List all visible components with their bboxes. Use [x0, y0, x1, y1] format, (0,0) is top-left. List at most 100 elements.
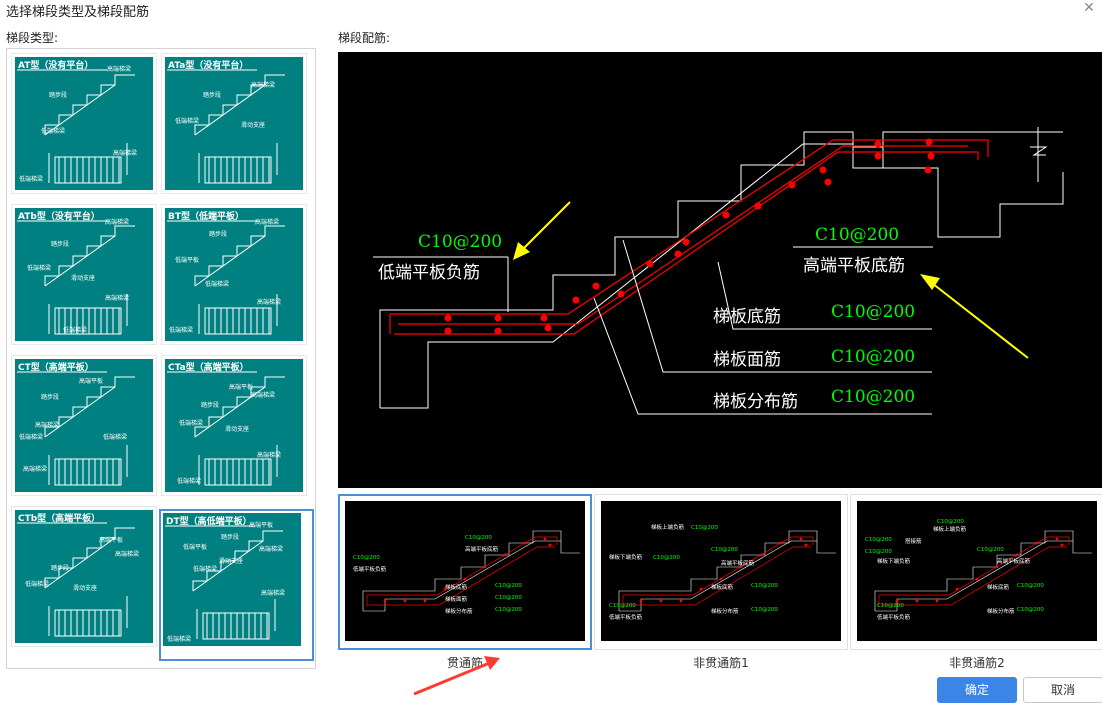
stair-type-title: CTa型（高端平板）	[168, 361, 249, 373]
rebar-option-text: C10@200	[877, 603, 904, 609]
stair-label: 低端梯梁	[205, 280, 229, 288]
stair-type-title: DT型（高低端平板）	[166, 515, 252, 527]
rebar-preview-drawing: C10@200 低端平板负筋 C10@200 高端平板底筋 梯板底筋 C10@2…	[373, 127, 1064, 415]
rebar-option-text: C10@200	[1017, 583, 1044, 589]
stair-type-title: CT型（高端平板）	[18, 361, 94, 373]
stair-thumb-drawing: ATb型（没有平台）高端梯梁踏步段低端梯梁滑动支座高端梯梁低端梯梁	[15, 208, 153, 341]
stair-label: 高端平板	[249, 521, 273, 529]
stair-label: 低端梯梁	[175, 117, 199, 125]
stair-label: 低端梯梁	[63, 326, 87, 334]
stair-label: 滑动支座	[241, 121, 265, 129]
rebar-option-text: 搭接筋	[905, 537, 922, 545]
option-label-nonthrough-1: 非贯通筋1	[693, 656, 749, 670]
rebar-option-text: C10@200	[711, 547, 738, 553]
rebar-option-text: C10@200	[865, 549, 892, 555]
stair-label: 高端梯梁	[113, 149, 137, 157]
stair-thumb-drawing: CT型（高端平板）高端平板踏步段高端梯梁低端梯梁高端梯梁低端梯梁	[15, 359, 153, 492]
rebar-option-text: 高端平板底筋	[465, 545, 499, 553]
row2-spec: C10@200	[831, 347, 915, 367]
stair-type-atb[interactable]: ATb型（没有平台） 高端梯梁 踏步段 低端梯梁 滑动支座 高端梯梁 低端梯梁	[11, 204, 157, 345]
stair-label: 踏步段	[221, 533, 239, 541]
rebar-option-text: 梯板底筋	[711, 583, 734, 591]
rebar-option-text: 高端平板底筋	[997, 557, 1031, 565]
stair-label: 低端梯梁	[169, 326, 193, 334]
rebar-option-nonthrough-2[interactable]: C10@200 梯板上端负筋 C10@200 搭接筋 C10@200 梯板下端负筋 C10@…	[850, 494, 1102, 650]
rebar-option-text: C10@200	[465, 535, 492, 541]
rebar-preview: C10@200 低端平板负筋 C10@200 高端平板底筋 梯板底筋 C10@2…	[338, 52, 1102, 488]
stair-label: 踏步段	[201, 401, 219, 409]
right-annot-text: 高端平板底筋	[803, 256, 905, 276]
stair-label: 滑动支座	[73, 584, 97, 592]
stair-label: 高端梯梁	[261, 589, 285, 597]
rebar-option-text: 低端平板负筋	[877, 613, 911, 621]
rebar-option-text: C10@200	[609, 603, 636, 609]
stair-label: 高端平板	[229, 383, 253, 391]
stair-label: 高端梯梁	[35, 421, 59, 429]
left-annot-spec: C10@200	[418, 232, 502, 252]
rebar-option-text: C10@200	[977, 547, 1004, 553]
rebar-option-text: C10@200	[495, 595, 522, 601]
stair-label: 高端梯梁	[105, 294, 129, 302]
stair-type-cta[interactable]: CTa型（高端平板） 高端平板 高端梯梁 踏步段 低端梯梁 滑动支座 高端梯梁 低端梯梁	[161, 355, 307, 496]
right-annot-spec: C10@200	[815, 225, 899, 245]
stair-label: 高端梯梁	[255, 218, 279, 226]
close-icon[interactable]: ✕	[1082, 1, 1096, 15]
stair-type-label: 梯段类型:	[6, 31, 59, 45]
stair-label: 踏步段	[51, 240, 69, 248]
stair-type-ctb[interactable]: CTb型（高端平板） 高端平板 高端梯梁 踏步段 低端梯梁 滑动支座	[11, 506, 157, 647]
stair-type-bt[interactable]: BT型（低端平板） 高端梯梁 踏步段 低端平板 低端梯梁 高端梯梁 低端梯梁	[161, 204, 307, 345]
stair-label: 低端梯梁	[25, 580, 49, 588]
row2-text: 梯板面筋	[713, 350, 781, 370]
stair-type-dt[interactable]: DT型（高低端平板） 高端平板 踏步段 低端平板 滑动支座 低端梯梁 高端梯梁 高端梯梁 低端梯…	[159, 509, 314, 661]
stair-label: 低端梯梁	[193, 565, 217, 573]
cancel-button[interactable]: 取消	[1023, 677, 1102, 703]
ok-button[interactable]: 确定	[937, 677, 1017, 703]
stair-label: 低端平板	[175, 256, 199, 264]
rebar-option-text: C10@200	[353, 555, 380, 561]
rebar-option-text: 梯板下端负筋	[609, 553, 643, 561]
rebar-option-text: 高端平板底筋	[721, 559, 755, 567]
rebar-option-nonthrough-1[interactable]: 梯板上端负筋 C10@200 梯板下端负筋 C10@200 C10@200 高端平板底筋梯…	[594, 494, 848, 650]
rebar-option-drawing: C10@200 梯板上端负筋 C10@200 搭接筋 C10@200 梯板下端负筋 C10@…	[865, 519, 1092, 621]
rebar-option-text: 梯板底筋	[987, 583, 1010, 591]
stair-label: 高端梯梁	[107, 65, 131, 73]
left-annot-text: 低端平板负筋	[378, 263, 480, 283]
stair-label: 低端平板	[183, 543, 207, 551]
stair-label: 踏步段	[209, 230, 227, 238]
stair-label: 低端梯梁	[167, 635, 191, 643]
rebar-option-text: 梯板上端负筋	[933, 525, 967, 533]
rebar-option-text: 低端平板负筋	[353, 565, 387, 573]
stair-label: 高端平板	[79, 377, 103, 385]
stair-type-at[interactable]: AT型（没有平台） 高端梯梁 踏步段 低端梯梁 高端梯梁 低端梯梁	[11, 53, 157, 194]
stair-type-ct[interactable]: CT型（高端平板） 高端平板 踏步段 高端梯梁 低端梯梁 高端梯梁 低端梯梁	[11, 355, 157, 496]
stair-label: 高端梯梁	[259, 545, 283, 553]
stair-label: 低端梯梁	[19, 175, 43, 183]
row3-text: 梯板分布筋	[713, 392, 798, 412]
stair-label: 高端梯梁	[257, 451, 281, 459]
rebar-option-text: 梯板上端负筋	[651, 523, 685, 531]
stair-label: 滑动支座	[219, 557, 243, 565]
stair-label: 滑动支座	[71, 274, 95, 282]
stair-thumb-drawing: CTa型（高端平板）高端平板高端梯梁踏步段低端梯梁滑动支座高端梯梁低端梯梁	[165, 359, 303, 492]
rebar-option-text: C10@200	[653, 555, 680, 561]
rebar-option-text: 梯板分布筋	[445, 607, 473, 615]
rebar-option-drawing: C10@200 低端平板负筋 C10@200 高端平板底筋梯板底筋 C10@200 梯板面…	[353, 530, 580, 615]
stair-label: 低端梯梁	[177, 477, 201, 485]
rebar-option-text: 梯板下端负筋	[877, 557, 911, 565]
rebar-option-text: 梯板底筋	[445, 583, 468, 591]
row1-text: 梯板底筋	[713, 307, 781, 327]
stair-type-title: CTb型（高端平板）	[18, 512, 100, 524]
stair-label: 高端梯梁	[105, 218, 129, 226]
stair-type-title: BT型（低端平板）	[168, 210, 244, 222]
rebar-option-through[interactable]: C10@200 低端平板负筋 C10@200 高端平板底筋 梯板底筋 C10@200 梯板面…	[338, 494, 592, 650]
option-label-through: 贯通筋	[446, 656, 483, 670]
stair-label: 低端梯梁	[41, 127, 65, 135]
stair-type-title: ATa型（没有平台）	[168, 59, 248, 71]
rebar-option-text: 梯板分布筋	[987, 607, 1015, 615]
stair-type-ata[interactable]: ATa型（没有平台） 高端梯梁 踏步段 低端梯梁 滑动支座	[161, 53, 307, 194]
stair-type-list: AT型（没有平台） 高端梯梁 踏步段 低端梯梁 高端梯梁 低端梯梁 ATa型（没有平台）高…	[6, 48, 316, 669]
stair-thumb-drawing: AT型（没有平台） 高端梯梁踏步段低端梯梁高端梯梁低端梯梁	[15, 57, 153, 190]
stair-label: 高端梯梁	[251, 391, 275, 399]
stair-thumb-drawing: DT型（高低端平板）高端平板踏步段低端平板滑动支座低端梯梁高端梯梁高端梯梁低端梯…	[163, 513, 301, 646]
rebar-option-text: C10@200	[1017, 607, 1044, 613]
